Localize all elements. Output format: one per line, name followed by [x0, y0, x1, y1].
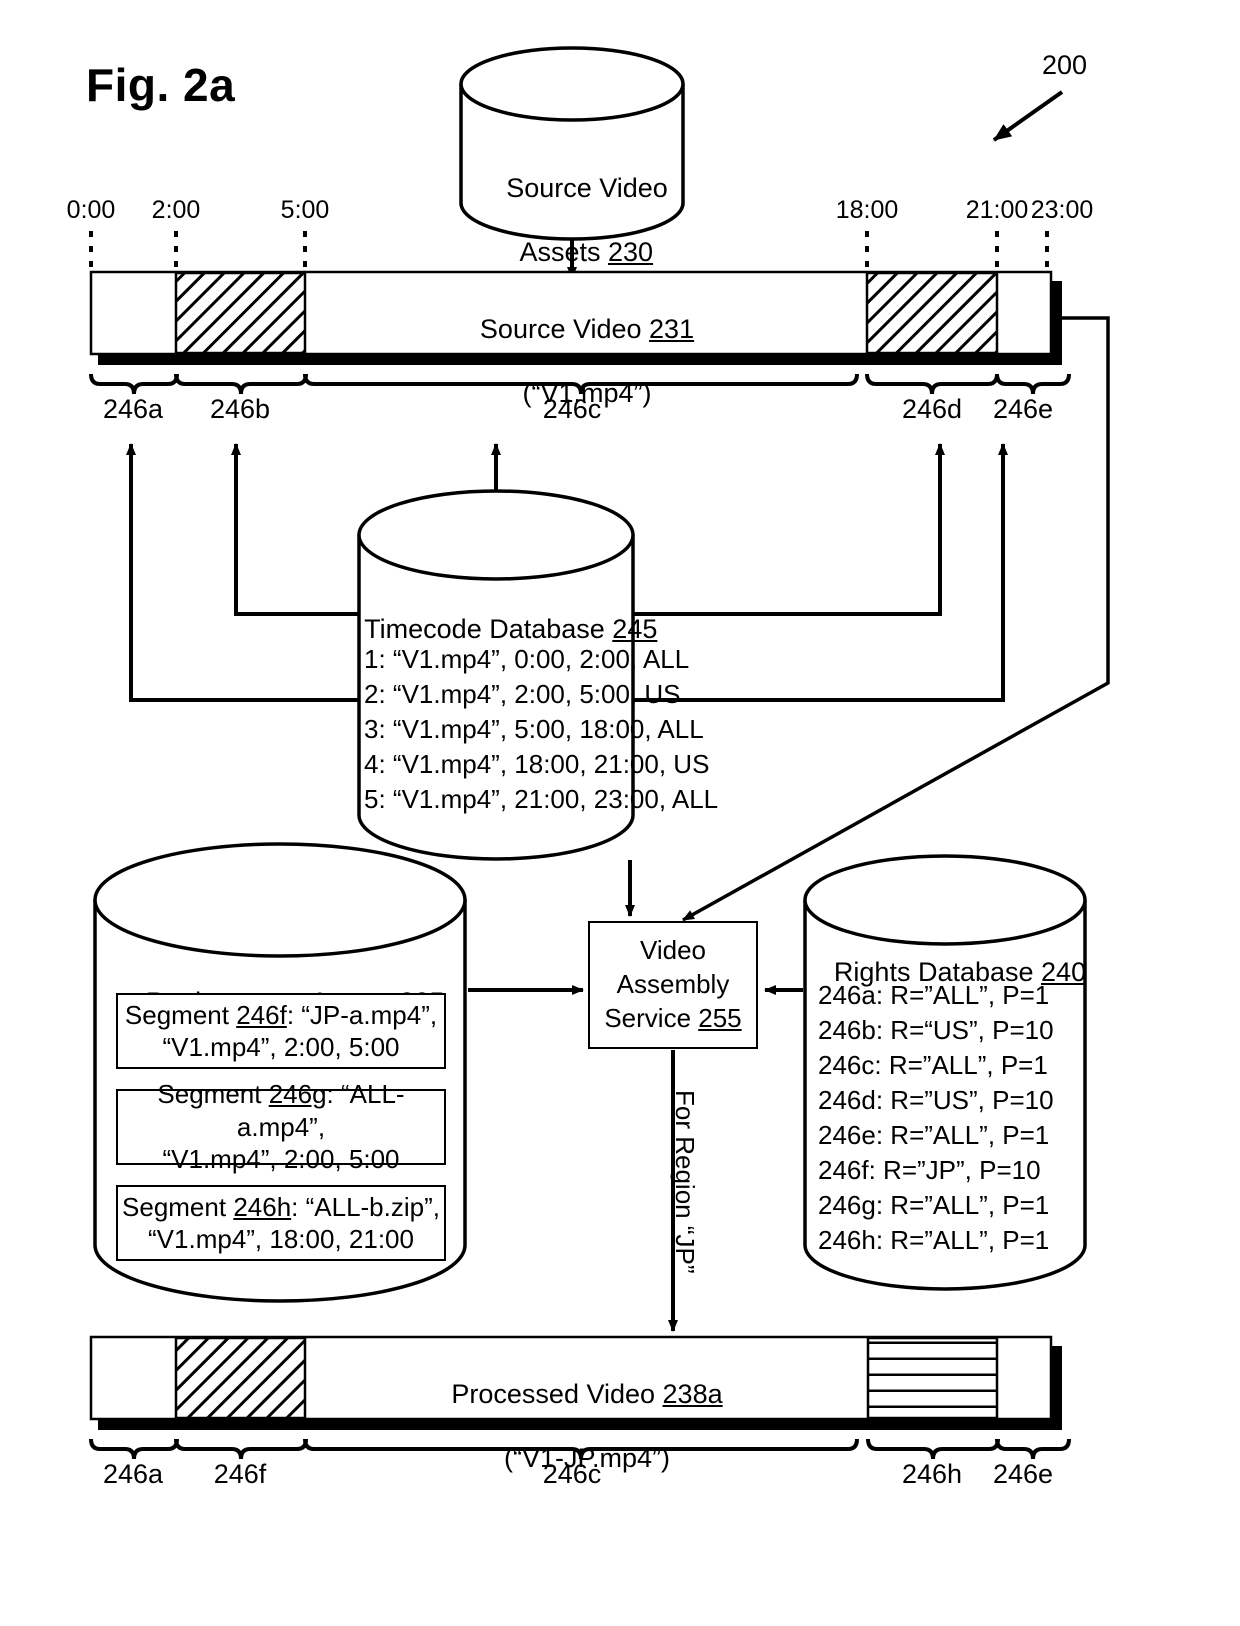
replacement-segment-246g-ref: 246g	[268, 1079, 327, 1110]
vas-line2: Assembly	[616, 969, 730, 1000]
source-video-assets-title2: Assets	[519, 236, 608, 267]
figure-title: Fig. 2a	[86, 59, 236, 111]
replacement-segment-246g-text: Segment 246g: “ALL-a.mp4”, “V1.mp4”, 2:0…	[118, 1078, 444, 1176]
tick-label-2: 5:00	[280, 196, 330, 224]
figure-reference-number: 200	[1042, 50, 1088, 80]
processed-segment-label-246h: 246h	[901, 1459, 963, 1489]
tick-label-0: 0:00	[66, 196, 116, 224]
processed-segment-label-246f: 246f	[213, 1459, 267, 1489]
replacement-segment-246f-pre: Segment	[124, 999, 237, 1030]
replacement-segment-246f-post: : “JP-a.mp4”,	[286, 999, 438, 1030]
source-segment-label-246d: 246d	[901, 394, 963, 424]
video-assembly-service-box[interactable]: Video Assembly Service 255	[588, 921, 758, 1049]
rights-db-row-246c: 246c: R=”ALL”, P=1	[818, 1050, 1048, 1080]
replacement-segment-box-246h[interactable]: Segment 246h: “ALL-b.zip”, “V1.mp4”, 18:…	[116, 1185, 446, 1261]
rights-db-row-246f: 246f: R=”JP”, P=10	[818, 1155, 1041, 1185]
rights-db-row-246d: 246d: R=”US”, P=10	[818, 1085, 1054, 1115]
replacement-segment-246h-pre: Segment	[122, 1191, 234, 1222]
timecode-db-row-1: 1: “V1.mp4”, 0:00, 2:00, ALL	[364, 644, 690, 674]
output-region-label: For Region “JP”	[670, 1090, 700, 1274]
processed-segment-label-246c: 246c	[542, 1459, 602, 1489]
replacement-segment-box-246f[interactable]: Segment 246f: “JP-a.mp4”, “V1.mp4”, 2:00…	[116, 993, 446, 1069]
video-assembly-service-text: Video Assembly Service 255	[604, 934, 741, 1035]
source-video-assets-label: Source Video Assets 230	[476, 141, 668, 300]
processed-video-bar-title: Processed Video	[451, 1378, 663, 1409]
processed-video-bar-ref: 238a	[662, 1378, 723, 1409]
rights-db-row-246e: 246e: R=”ALL”, P=1	[818, 1120, 1050, 1150]
timecode-db-ref: 245	[612, 613, 658, 644]
processed-segment-label-246e: 246e	[992, 1459, 1054, 1489]
source-video-assets-title: Source Video	[506, 172, 668, 203]
replacement-segment-246h-line2: “V1.mp4”, 18:00, 21:00	[148, 1224, 414, 1254]
source-segment-label-246e: 246e	[992, 394, 1054, 424]
processed-segment-label-246a: 246a	[102, 1459, 164, 1489]
rights-db-row-246h: 246h: R=”ALL”, P=1	[818, 1225, 1050, 1255]
source-segment-label-246c: 246c	[542, 394, 602, 424]
timecode-db-row-5: 5: “V1.mp4”, 21:00, 23:00, ALL	[364, 784, 719, 814]
source-video-bar-title: Source Video	[479, 313, 650, 344]
rights-db-row-246a: 246a: R=”ALL”, P=1	[818, 980, 1050, 1010]
replacement-segment-246g-pre: Segment	[157, 1079, 269, 1110]
replacement-segment-246f-text: Segment 246f: “JP-a.mp4”, “V1.mp4”, 2:00…	[125, 999, 437, 1064]
replacement-segment-246h-ref: 246h	[233, 1191, 292, 1222]
replacement-segment-246h-text: Segment 246h: “ALL-b.zip”, “V1.mp4”, 18:…	[122, 1191, 440, 1256]
replacement-segment-246h-post: : “ALL-b.zip”,	[291, 1191, 440, 1222]
source-segment-label-246a: 246a	[102, 394, 164, 424]
vas-ref: 255	[698, 1002, 742, 1033]
source-video-bar-ref: 231	[649, 313, 695, 344]
source-segment-label-246b: 246b	[209, 394, 271, 424]
tick-label-1: 2:00	[151, 196, 201, 224]
tick-label-3: 18:00	[835, 196, 899, 224]
timecode-db-title-text: Timecode Database	[364, 613, 613, 644]
replacement-segment-246f-ref: 246f	[236, 999, 287, 1030]
timecode-db-row-4: 4: “V1.mp4”, 18:00, 21:00, US	[364, 749, 710, 779]
replacement-segment-box-246g[interactable]: Segment 246g: “ALL-a.mp4”, “V1.mp4”, 2:0…	[116, 1079, 446, 1174]
vas-line3-pre: Service	[604, 1002, 699, 1033]
tick-label-4: 21:00	[965, 196, 1029, 224]
replacement-segment-246g-line2: “V1.mp4”, 2:00, 5:00	[162, 1144, 400, 1175]
tick-label-5: 23:00	[1030, 196, 1094, 224]
vas-line1: Video	[639, 935, 707, 966]
replacement-segment-246f-line2: “V1.mp4”, 2:00, 5:00	[162, 1032, 400, 1062]
rights-db-row-246b: 246b: R=“US”, P=10	[818, 1015, 1054, 1045]
timecode-db-row-2: 2: “V1.mp4”, 2:00, 5:00, US	[364, 679, 681, 709]
timecode-db-row-3: 3: “V1.mp4”, 5:00, 18:00, ALL	[364, 714, 704, 744]
source-video-assets-ref: 230	[607, 236, 654, 267]
rights-db-row-246g: 246g: R=”ALL”, P=1	[818, 1190, 1050, 1220]
